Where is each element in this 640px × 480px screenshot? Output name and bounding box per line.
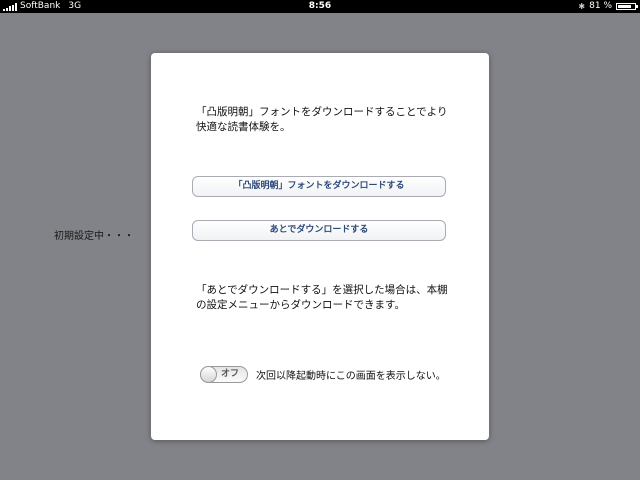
message-line-1: 「凸版明朝」フォントをダウンロードすることでより bbox=[196, 106, 448, 118]
dialog-message: 「凸版明朝」フォントをダウンロードすることでより 快適な読書体験を。 bbox=[196, 105, 466, 135]
status-right: ✱ 81 % bbox=[578, 0, 638, 13]
battery-percent: 81 % bbox=[589, 1, 612, 11]
download-font-button[interactable]: 「凸版明朝」フォントをダウンロードする bbox=[192, 176, 446, 197]
toggle-description: 次回以降起動時にこの画面を表示しない。 bbox=[256, 371, 446, 382]
battery-fill bbox=[618, 5, 631, 8]
note-line-2: の設定メニューからダウンロードできます。 bbox=[196, 299, 405, 311]
setup-progress-text: 初期設定中・・・ bbox=[54, 231, 134, 242]
bluetooth-icon: ✱ bbox=[578, 2, 586, 11]
font-download-dialog: 「凸版明朝」フォントをダウンロードすることでより 快適な読書体験を。 「凸版明朝… bbox=[151, 53, 489, 440]
message-line-2: 快適な読書体験を。 bbox=[196, 121, 291, 133]
dont-show-again-row: オフ 次回以降起動時にこの画面を表示しない。 bbox=[200, 366, 446, 383]
toggle-knob bbox=[200, 366, 217, 383]
dont-show-again-toggle[interactable]: オフ bbox=[200, 366, 248, 383]
dialog-note: 「あとでダウンロードする」を選択した場合は、本棚 の設定メニューからダウンロード… bbox=[196, 283, 466, 313]
toggle-state-label: オフ bbox=[221, 369, 240, 379]
status-time: 8:56 bbox=[308, 1, 332, 11]
status-bar: SoftBank 3G 8:56 ✱ 81 % bbox=[0, 0, 640, 13]
download-later-button[interactable]: あとでダウンロードする bbox=[192, 220, 446, 241]
note-line-1: 「あとでダウンロードする」を選択した場合は、本棚 bbox=[196, 284, 448, 296]
battery-icon bbox=[616, 3, 638, 10]
